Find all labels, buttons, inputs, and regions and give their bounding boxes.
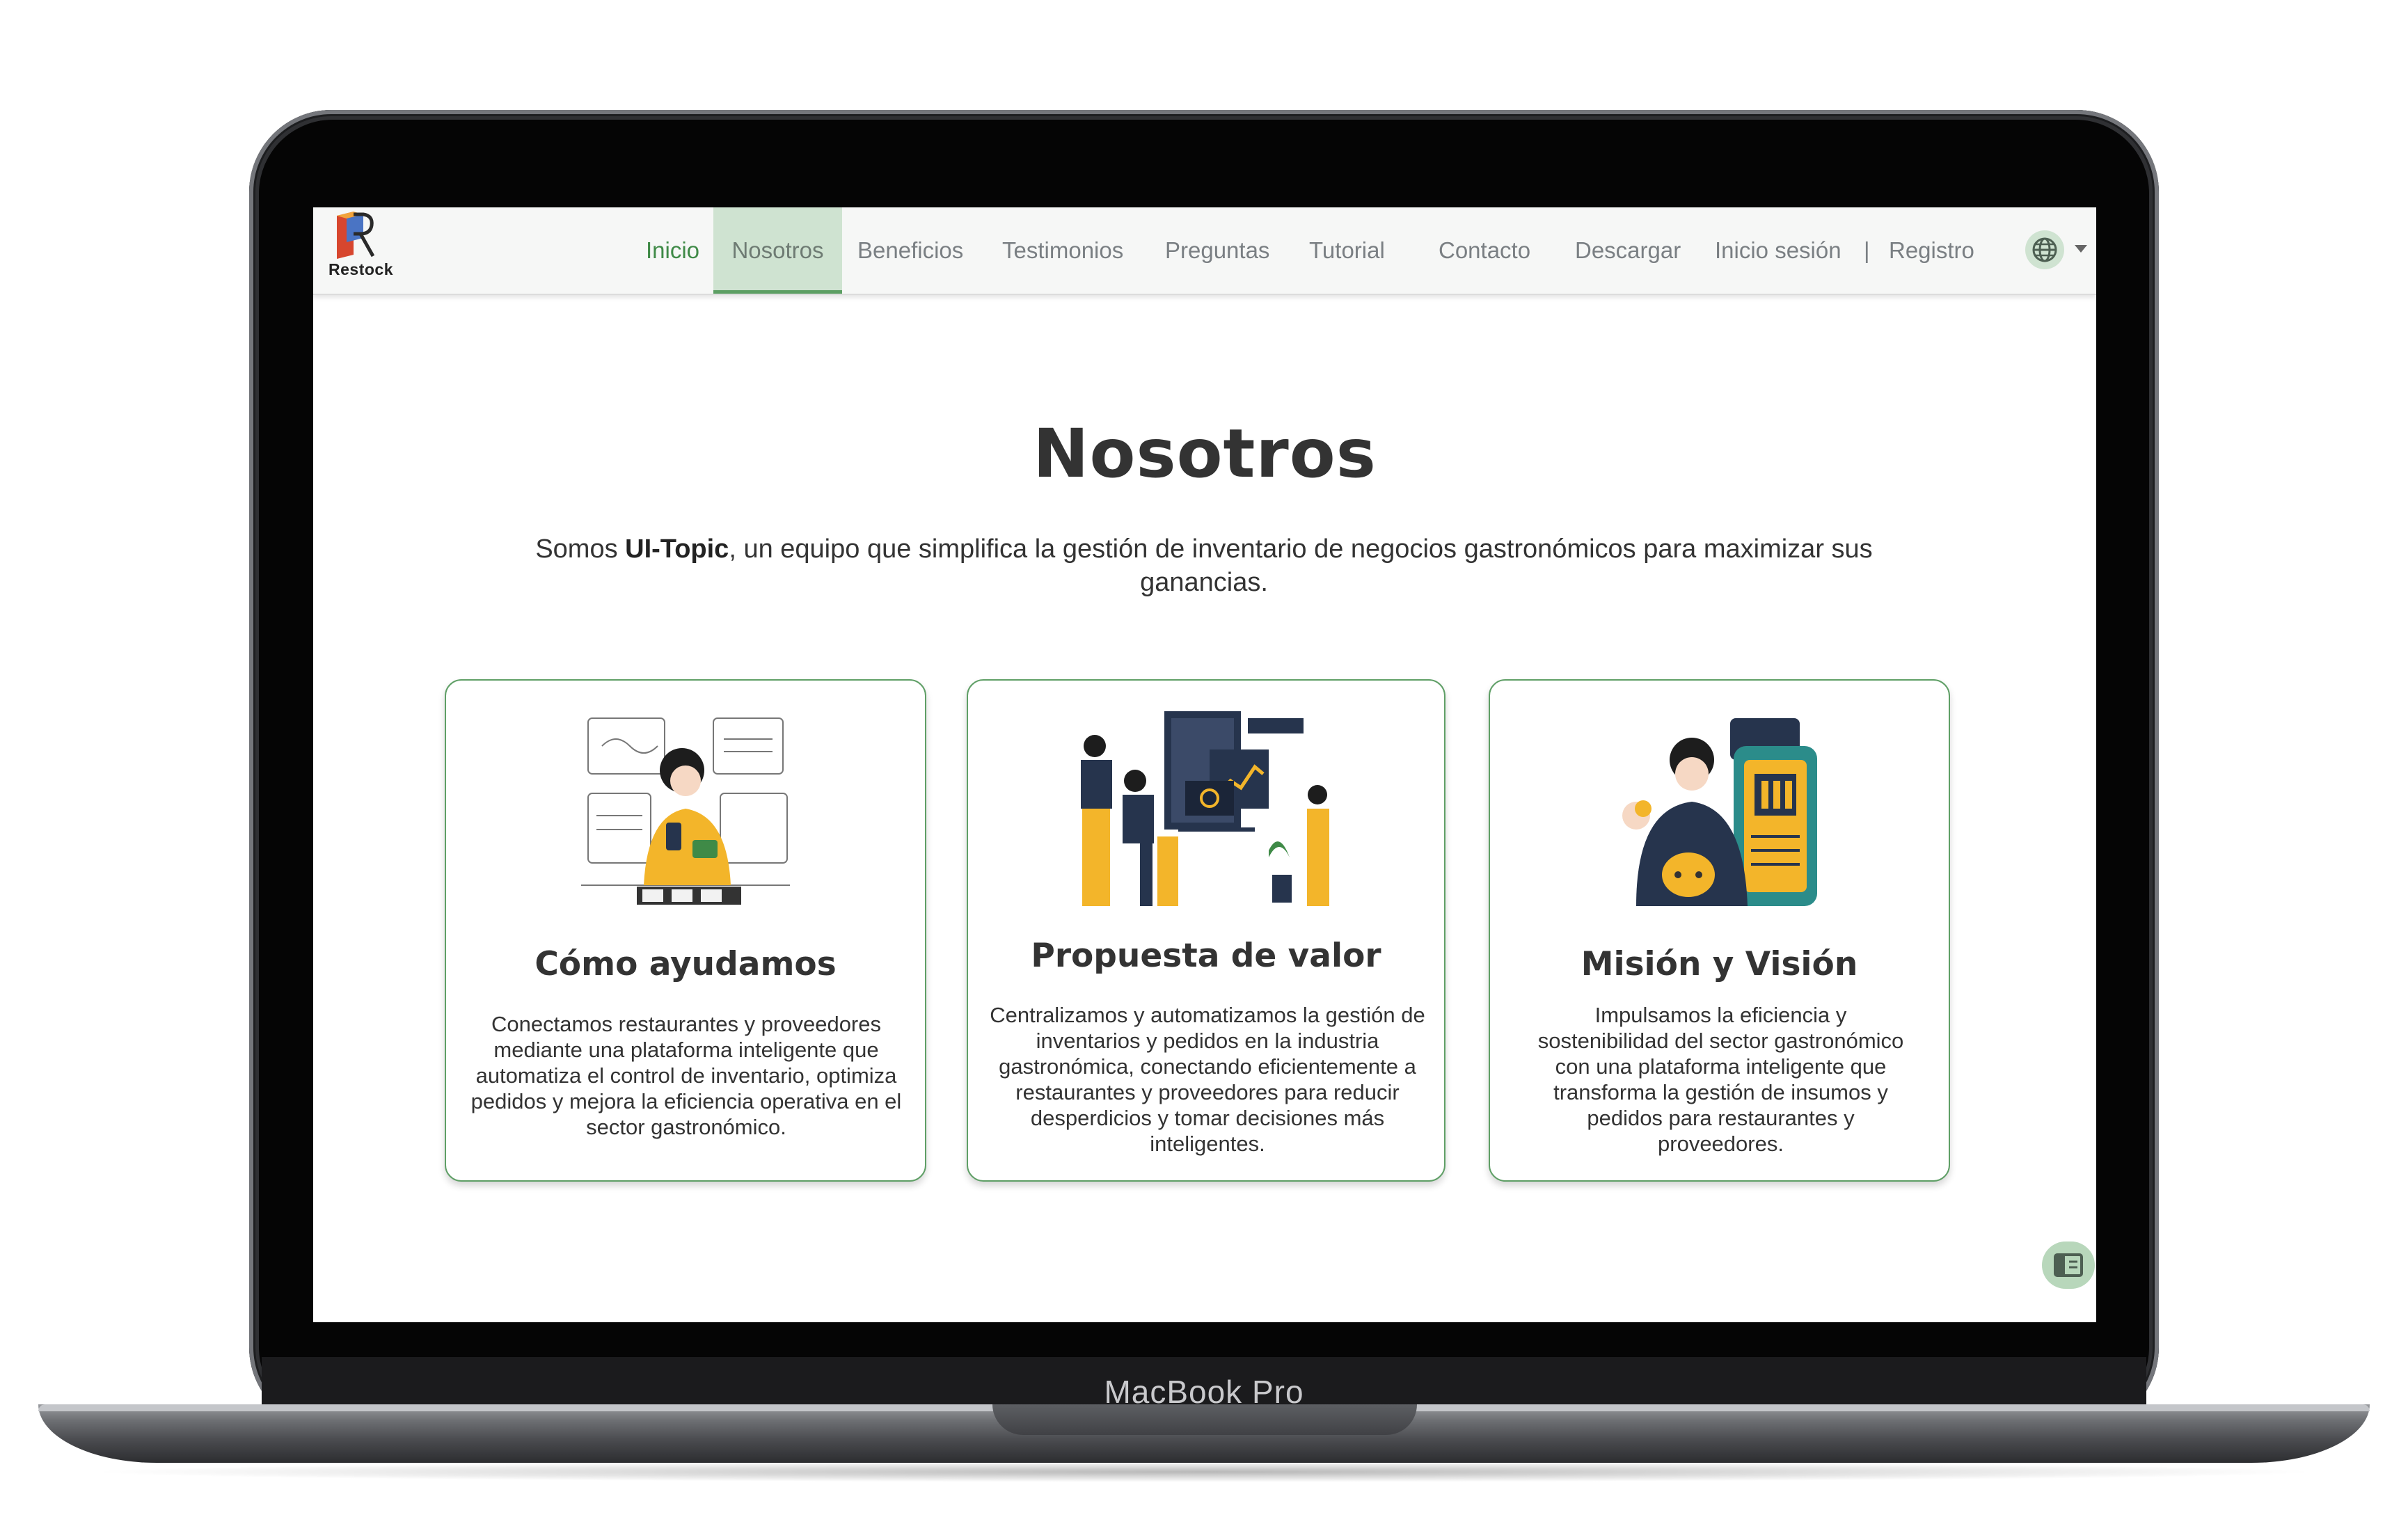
screen: Restock Inicio Nosotros Beneficios Testi…	[313, 207, 2096, 1322]
nav-descargar[interactable]: Descargar	[1575, 207, 1681, 294]
nav-testimonios[interactable]: Testimonios	[1002, 207, 1123, 294]
nav-separator: |	[1864, 237, 1870, 263]
card-title: Propuesta de valor	[1031, 937, 1381, 975]
nav-tutorial[interactable]: Tutorial	[1309, 207, 1385, 294]
chevron-down-icon[interactable]	[2075, 245, 2087, 253]
nav-beneficios[interactable]: Beneficios	[857, 207, 963, 294]
sidebar-panel-icon	[2054, 1253, 2083, 1277]
nav-register[interactable]: Registro	[1889, 207, 1974, 294]
laptop-notch	[992, 1404, 1417, 1435]
card-text: Centralizamos y automatizamos la gestión…	[990, 1003, 1425, 1156]
card-como-ayudamos: Cómo ayudamos Conectamos restaurantes y …	[445, 679, 926, 1182]
intro-rest: , un equipo que simplifica la gestión de…	[729, 534, 1873, 597]
card-mision-vision: Misión y Visión Impulsamos la eficiencia…	[1489, 679, 1950, 1182]
reader-toggle-button[interactable]	[2042, 1242, 2095, 1289]
card-title: Cómo ayudamos	[534, 945, 837, 983]
nav-nosotros[interactable]: Nosotros	[713, 207, 842, 294]
language-selector[interactable]	[2025, 230, 2064, 269]
brand-logo[interactable]: Restock	[328, 210, 405, 287]
restock-logo-icon	[337, 212, 375, 259]
woman-phone-illustration	[446, 711, 925, 917]
globe-icon	[2032, 237, 2057, 262]
navbar: Restock Inicio Nosotros Beneficios Testi…	[313, 207, 2096, 295]
card-text: Impulsamos la eficiencia y sostenibilida…	[1537, 1003, 1904, 1156]
nav-preguntas[interactable]: Preguntas	[1165, 207, 1269, 294]
page-title: Nosotros	[1033, 415, 1377, 493]
card-propuesta-valor: Propuesta de valor Centralizamos y autom…	[967, 679, 1445, 1182]
intro-prefix: Somos	[535, 534, 626, 564]
team-dashboard-illustration	[968, 711, 1444, 917]
card-text: Conectamos restaurantes y proveedores me…	[470, 1012, 902, 1139]
brand-name: Restock	[328, 260, 393, 278]
nav-contacto[interactable]: Contacto	[1439, 207, 1530, 294]
nav-inicio[interactable]: Inicio	[646, 207, 699, 294]
laptop-shadow	[84, 1461, 2324, 1482]
intro-company: UI-Topic	[625, 534, 729, 564]
intro-text: Somos UI-Topic, un equipo que simplifica…	[508, 532, 1900, 599]
nav-login[interactable]: Inicio sesión	[1715, 207, 1841, 294]
card-title: Misión y Visión	[1581, 945, 1858, 983]
man-piggybank-illustration	[1490, 711, 1949, 917]
